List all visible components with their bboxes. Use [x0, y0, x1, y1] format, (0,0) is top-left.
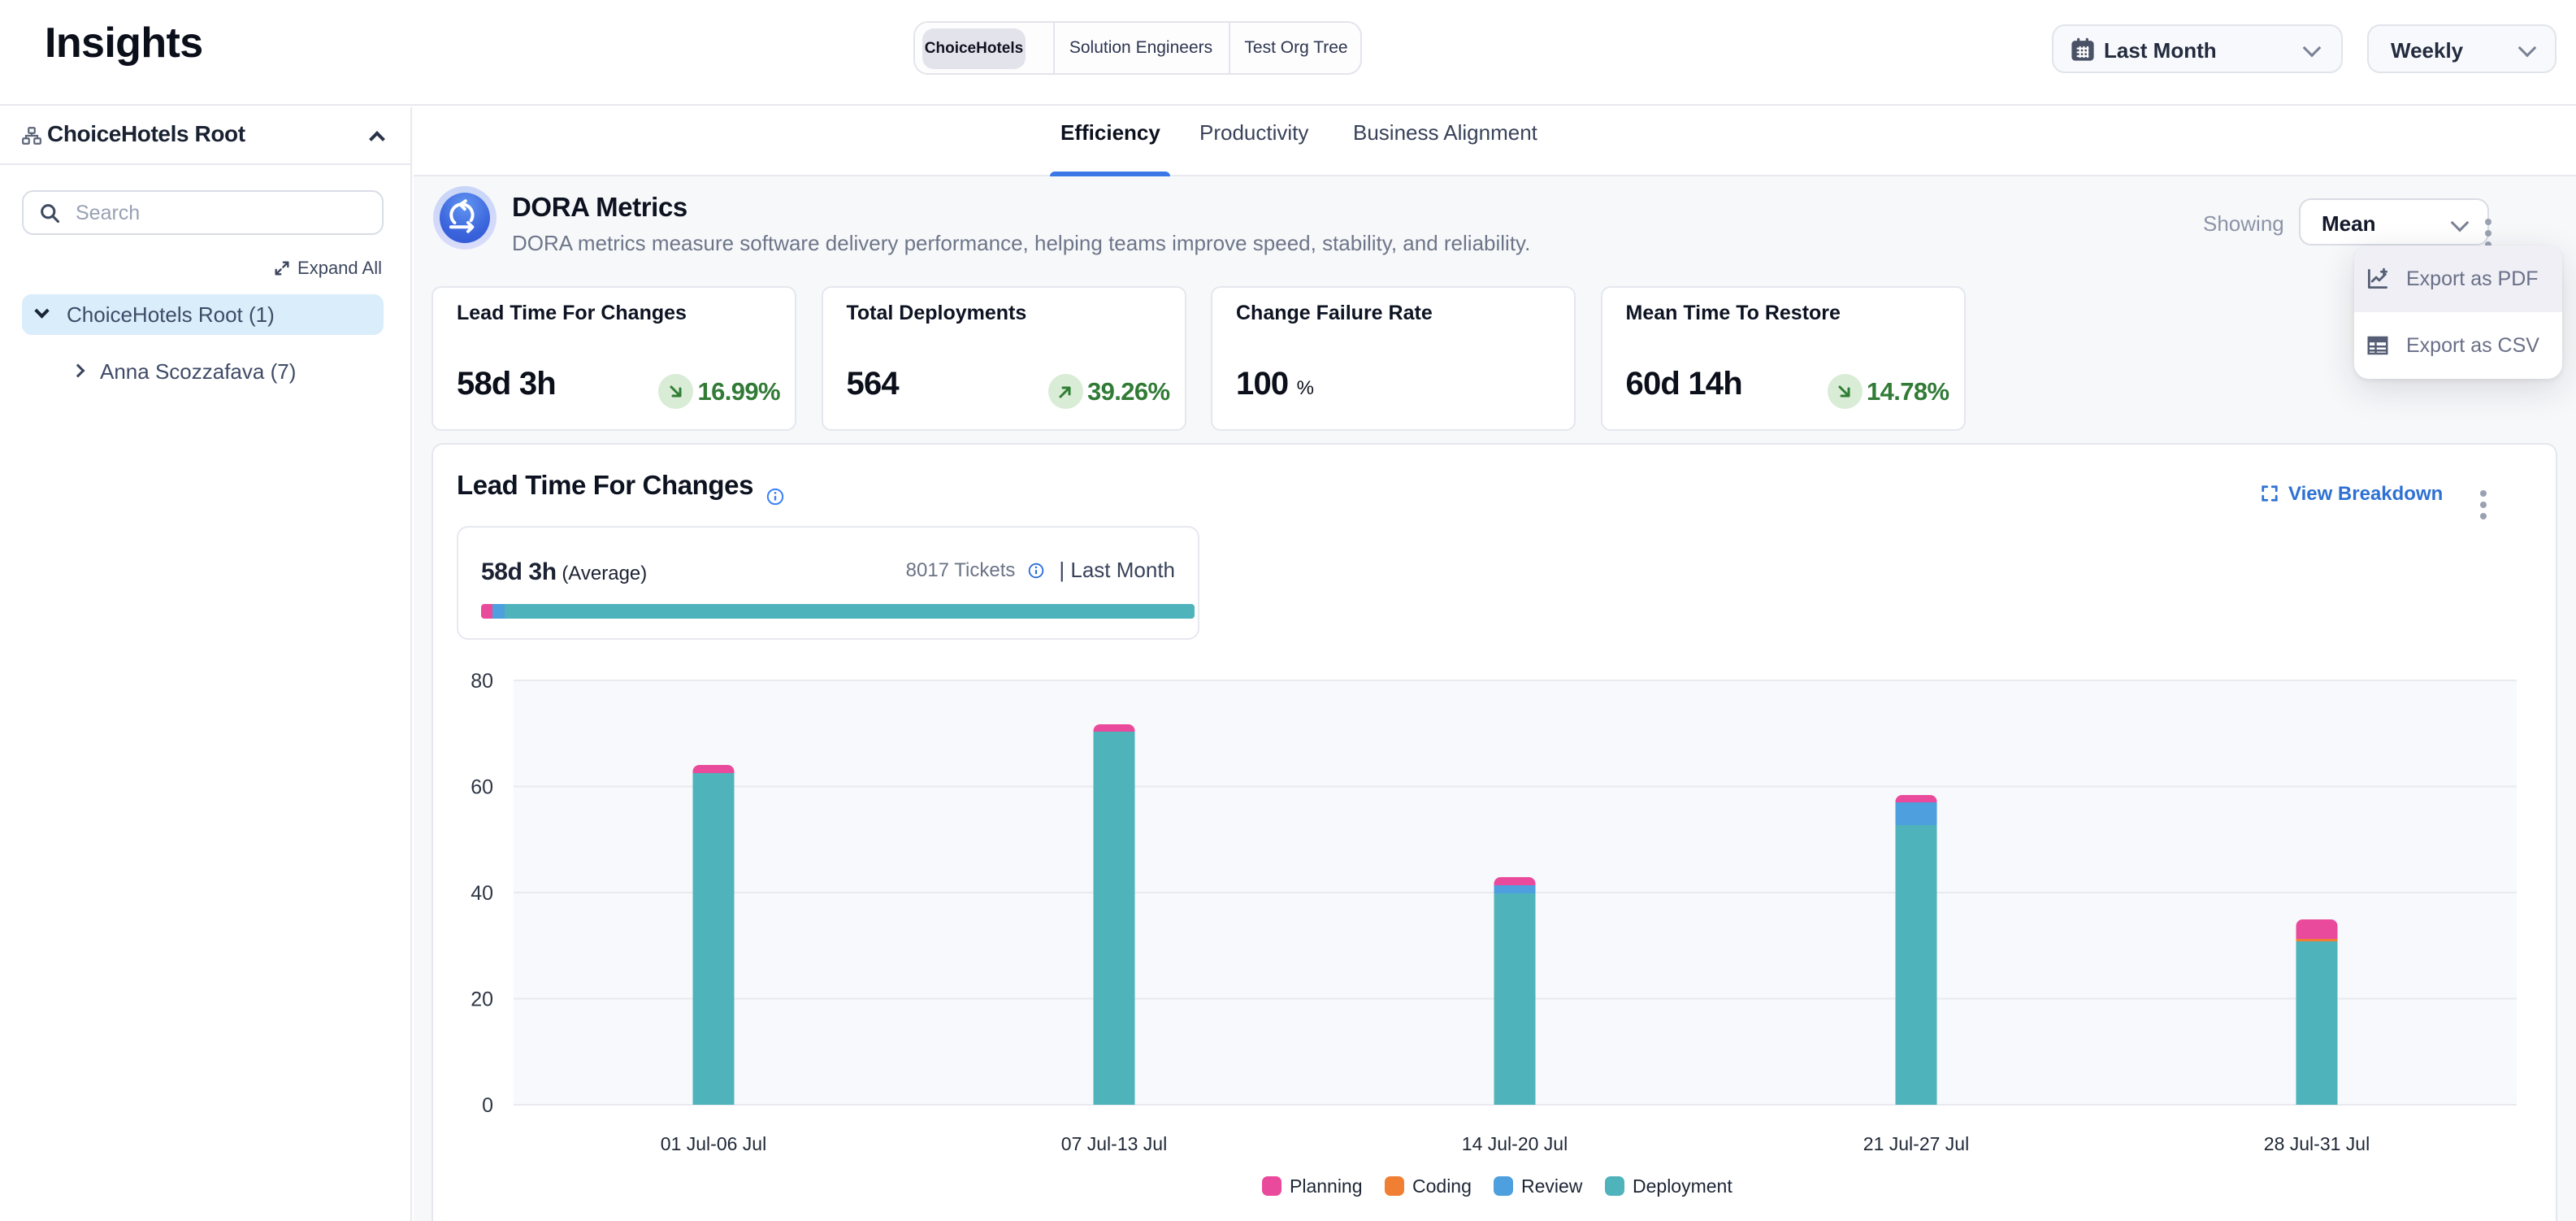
svg-text:20: 20 — [471, 989, 493, 1011]
svg-text:60: 60 — [471, 776, 493, 799]
svg-text:28 Jul-31 Jul: 28 Jul-31 Jul — [2264, 1133, 2370, 1154]
svg-text:07 Jul-13 Jul: 07 Jul-13 Jul — [1061, 1133, 1167, 1154]
svg-text:0: 0 — [482, 1094, 493, 1117]
svg-text:Coding: Coding — [1412, 1175, 1472, 1197]
svg-text:80: 80 — [471, 670, 493, 693]
svg-text:21 Jul-27 Jul: 21 Jul-27 Jul — [1863, 1133, 1969, 1154]
svg-text:Deployment: Deployment — [1633, 1175, 1733, 1197]
svg-text:01 Jul-06 Jul: 01 Jul-06 Jul — [661, 1133, 766, 1154]
svg-text:Planning: Planning — [1290, 1175, 1363, 1197]
svg-text:40: 40 — [471, 882, 493, 905]
svg-text:Review: Review — [1521, 1175, 1583, 1197]
svg-text:14 Jul-20 Jul: 14 Jul-20 Jul — [1462, 1133, 1568, 1154]
